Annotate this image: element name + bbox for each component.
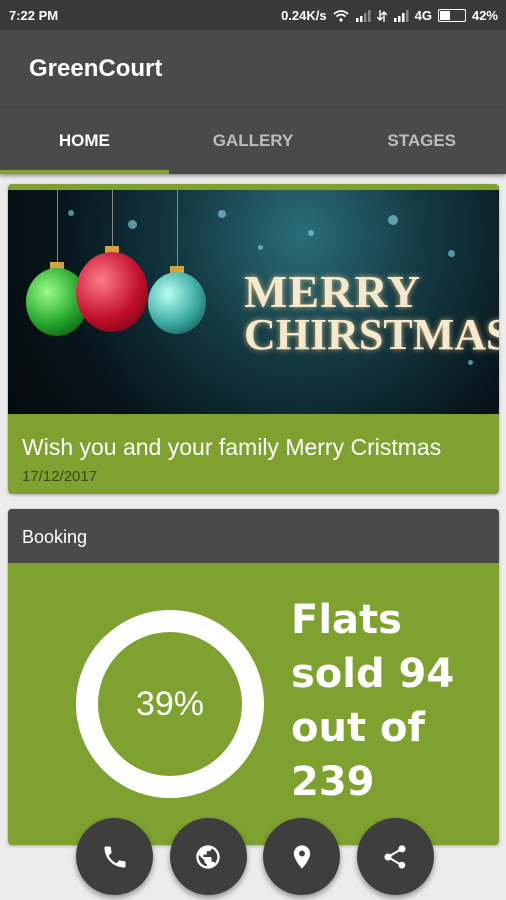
signal-icon <box>355 9 371 22</box>
bokeh-dot <box>388 215 398 225</box>
status-bar: 7:22 PM 0.24K/s 4G 42% <box>0 0 506 30</box>
christmas-banner-image: MERRY CHIRSTMAS <box>8 190 499 414</box>
app-title: GreenCourt <box>29 55 163 82</box>
status-icons: 0.24K/s 4G 42% <box>281 8 498 23</box>
booking-progress-ring: 39% <box>76 610 264 798</box>
bokeh-dot <box>68 210 74 216</box>
booking-title: Booking <box>22 527 88 547</box>
news-date: 17/12/2017 <box>22 468 98 485</box>
tab-stages[interactable]: STAGES <box>337 108 506 174</box>
location-button[interactable] <box>263 818 341 895</box>
share-icon <box>384 844 406 869</box>
red-ornament <box>76 252 148 332</box>
tab-home[interactable]: HOME <box>0 108 169 174</box>
signal-icon-2 <box>393 9 409 22</box>
flats-line4: 239 <box>291 759 375 805</box>
flats-line2: sold 94 <box>291 651 455 697</box>
battery-icon <box>437 9 466 22</box>
wifi-icon <box>333 9 349 22</box>
ornament-string <box>112 190 113 252</box>
network-type: 4G <box>414 8 432 23</box>
bokeh-dot <box>308 230 314 236</box>
bokeh-dot <box>258 245 263 250</box>
banner-text-line2: CHIRSTMAS <box>244 309 499 359</box>
action-buttons <box>76 818 434 896</box>
banner-text-line1: MERRY <box>244 266 422 317</box>
bokeh-dot <box>448 250 455 257</box>
flats-line3: out of <box>291 705 425 751</box>
news-card[interactable]: MERRY CHIRSTMAS Wish you and your family… <box>8 184 499 494</box>
flats-line1: Flats <box>291 597 402 643</box>
call-button[interactable] <box>76 818 153 895</box>
network-speed: 0.24K/s <box>281 8 327 23</box>
flats-sold-text: Flats sold 94 out of 239 <box>291 593 491 809</box>
tab-gallery[interactable]: GALLERY <box>169 108 338 174</box>
tab-bar: HOME GALLERY STAGES <box>0 108 506 174</box>
ornament-string <box>57 190 58 268</box>
location-pin-icon <box>293 844 310 869</box>
website-button[interactable] <box>169 818 247 895</box>
bokeh-dot <box>218 210 226 218</box>
news-title: Wish you and your family Merry Cristmas <box>22 434 442 460</box>
ornament-string <box>177 190 178 272</box>
booking-card: Booking 39% Flats sold 94 out of 239 <box>8 509 499 845</box>
booking-percent: 39% <box>98 632 242 776</box>
globe-icon <box>196 844 220 869</box>
status-time: 7:22 PM <box>9 8 59 23</box>
banner-text: MERRY CHIRSTMAS <box>244 266 499 359</box>
bokeh-dot <box>128 220 137 229</box>
phone-icon <box>104 846 125 867</box>
app-bar: GreenCourt <box>0 30 506 108</box>
battery-level: 42% <box>471 8 498 23</box>
bokeh-dot <box>468 360 473 365</box>
share-button[interactable] <box>356 818 434 895</box>
booking-header: Booking <box>8 509 499 563</box>
teal-ornament <box>148 272 206 334</box>
data-transfer-icon <box>376 9 387 22</box>
